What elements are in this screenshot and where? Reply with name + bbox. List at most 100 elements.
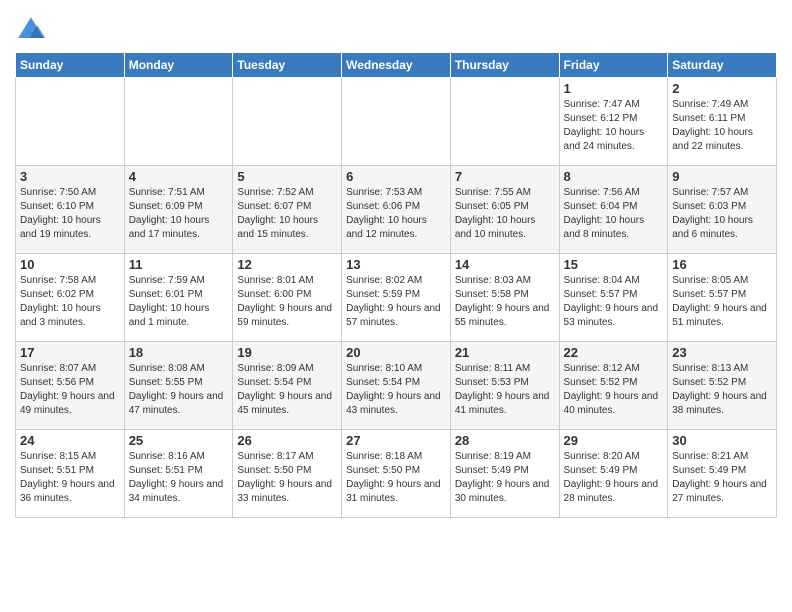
- day-content: Sunrise: 8:13 AM Sunset: 5:52 PM Dayligh…: [672, 362, 772, 418]
- day-header-thursday: Thursday: [450, 53, 559, 78]
- day-number: 2: [672, 81, 772, 96]
- calendar-cell: 19Sunrise: 8:09 AM Sunset: 5:54 PM Dayli…: [233, 342, 342, 430]
- day-content: Sunrise: 7:50 AM Sunset: 6:10 PM Dayligh…: [20, 186, 120, 242]
- calendar-cell: 12 Sunrise: 8:01 AM Sunset: 6:00 PM Dayli…: [233, 254, 342, 342]
- day-content: Sunrise: 8:01 AM Sunset: 6:00 PM Dayligh…: [237, 274, 337, 330]
- logo: [15, 14, 51, 46]
- week-row-3: 10 Sunrise: 7:58 AM Sunset: 6:02 PM Dayli…: [16, 254, 777, 342]
- calendar-cell: 25Sunrise: 8:16 AM Sunset: 5:51 PM Dayli…: [124, 430, 233, 518]
- day-number: 16: [672, 257, 772, 272]
- calendar-cell: 18 Sunrise: 8:08 AM Sunset: 5:55 PM Dayli…: [124, 342, 233, 430]
- day-content: Sunrise: 8:08 AM Sunset: 5:55 PM Dayligh…: [129, 362, 229, 418]
- day-number: 1: [564, 81, 664, 96]
- day-content: Sunrise: 8:19 AM Sunset: 5:49 PM Dayligh…: [455, 450, 555, 506]
- calendar-cell: 20Sunrise: 8:10 AM Sunset: 5:54 PM Dayli…: [342, 342, 451, 430]
- day-content: Sunrise: 8:20 AM Sunset: 5:49 PM Dayligh…: [564, 450, 664, 506]
- calendar-cell: 24 Sunrise: 8:15 AM Sunset: 5:51 PM Dayli…: [16, 430, 125, 518]
- day-number: 27: [346, 433, 446, 448]
- day-number: 14: [455, 257, 555, 272]
- calendar-cell: 21 Sunrise: 8:11 AM Sunset: 5:53 PM Dayli…: [450, 342, 559, 430]
- day-number: 19: [237, 345, 337, 360]
- calendar-cell: [233, 78, 342, 166]
- day-number: 26: [237, 433, 337, 448]
- week-row-2: 3 Sunrise: 7:50 AM Sunset: 6:10 PM Daylig…: [16, 166, 777, 254]
- calendar-cell: 3 Sunrise: 7:50 AM Sunset: 6:10 PM Daylig…: [16, 166, 125, 254]
- day-number: 11: [129, 257, 229, 272]
- day-number: 10: [20, 257, 120, 272]
- calendar-table: SundayMondayTuesdayWednesdayThursdayFrid…: [15, 52, 777, 518]
- calendar-cell: [124, 78, 233, 166]
- day-number: 21: [455, 345, 555, 360]
- day-header-saturday: Saturday: [668, 53, 777, 78]
- day-number: 18: [129, 345, 229, 360]
- day-number: 3: [20, 169, 120, 184]
- day-content: Sunrise: 8:02 AM Sunset: 5:59 PM Dayligh…: [346, 274, 446, 330]
- day-header-monday: Monday: [124, 53, 233, 78]
- calendar-cell: 4 Sunrise: 7:51 AM Sunset: 6:09 PM Daylig…: [124, 166, 233, 254]
- calendar-cell: [450, 78, 559, 166]
- day-number: 29: [564, 433, 664, 448]
- calendar-cell: 9 Sunrise: 7:57 AM Sunset: 6:03 PM Daylig…: [668, 166, 777, 254]
- calendar-cell: 22 Sunrise: 8:12 AM Sunset: 5:52 PM Dayli…: [559, 342, 668, 430]
- day-content: Sunrise: 8:18 AM Sunset: 5:50 PM Dayligh…: [346, 450, 446, 506]
- calendar-cell: 15Sunrise: 8:04 AM Sunset: 5:57 PM Dayli…: [559, 254, 668, 342]
- week-row-1: 1Sunrise: 7:47 AM Sunset: 6:12 PM Daylig…: [16, 78, 777, 166]
- day-content: Sunrise: 8:05 AM Sunset: 5:57 PM Dayligh…: [672, 274, 772, 330]
- calendar-cell: 7 Sunrise: 7:55 AM Sunset: 6:05 PM Daylig…: [450, 166, 559, 254]
- day-content: Sunrise: 7:53 AM Sunset: 6:06 PM Dayligh…: [346, 186, 446, 242]
- day-content: Sunrise: 8:15 AM Sunset: 5:51 PM Dayligh…: [20, 450, 120, 506]
- calendar-cell: 26 Sunrise: 8:17 AM Sunset: 5:50 PM Dayli…: [233, 430, 342, 518]
- calendar-cell: 16 Sunrise: 8:05 AM Sunset: 5:57 PM Dayli…: [668, 254, 777, 342]
- day-number: 4: [129, 169, 229, 184]
- day-number: 6: [346, 169, 446, 184]
- day-content: Sunrise: 8:03 AM Sunset: 5:58 PM Dayligh…: [455, 274, 555, 330]
- day-content: Sunrise: 7:56 AM Sunset: 6:04 PM Dayligh…: [564, 186, 664, 242]
- day-content: Sunrise: 7:52 AM Sunset: 6:07 PM Dayligh…: [237, 186, 337, 242]
- calendar-cell: [16, 78, 125, 166]
- page-header: [15, 10, 777, 46]
- day-content: Sunrise: 7:51 AM Sunset: 6:09 PM Dayligh…: [129, 186, 229, 242]
- day-content: Sunrise: 8:10 AM Sunset: 5:54 PM Dayligh…: [346, 362, 446, 418]
- day-content: Sunrise: 8:07 AM Sunset: 5:56 PM Dayligh…: [20, 362, 120, 418]
- day-number: 23: [672, 345, 772, 360]
- day-content: Sunrise: 8:17 AM Sunset: 5:50 PM Dayligh…: [237, 450, 337, 506]
- day-number: 17: [20, 345, 120, 360]
- day-content: Sunrise: 7:59 AM Sunset: 6:01 PM Dayligh…: [129, 274, 229, 330]
- day-number: 9: [672, 169, 772, 184]
- calendar-cell: 10 Sunrise: 7:58 AM Sunset: 6:02 PM Dayli…: [16, 254, 125, 342]
- calendar-cell: 6 Sunrise: 7:53 AM Sunset: 6:06 PM Daylig…: [342, 166, 451, 254]
- day-header-friday: Friday: [559, 53, 668, 78]
- calendar-cell: 28Sunrise: 8:19 AM Sunset: 5:49 PM Dayli…: [450, 430, 559, 518]
- calendar-cell: 29 Sunrise: 8:20 AM Sunset: 5:49 PM Dayli…: [559, 430, 668, 518]
- day-number: 8: [564, 169, 664, 184]
- calendar-cell: 17 Sunrise: 8:07 AM Sunset: 5:56 PM Dayli…: [16, 342, 125, 430]
- day-header-sunday: Sunday: [16, 53, 125, 78]
- day-number: 24: [20, 433, 120, 448]
- day-number: 30: [672, 433, 772, 448]
- calendar-cell: 14 Sunrise: 8:03 AM Sunset: 5:58 PM Dayli…: [450, 254, 559, 342]
- day-content: Sunrise: 8:11 AM Sunset: 5:53 PM Dayligh…: [455, 362, 555, 418]
- calendar-cell: 8 Sunrise: 7:56 AM Sunset: 6:04 PM Daylig…: [559, 166, 668, 254]
- logo-icon: [15, 14, 47, 46]
- day-content: Sunrise: 7:58 AM Sunset: 6:02 PM Dayligh…: [20, 274, 120, 330]
- day-content: Sunrise: 8:12 AM Sunset: 5:52 PM Dayligh…: [564, 362, 664, 418]
- day-number: 7: [455, 169, 555, 184]
- day-number: 12: [237, 257, 337, 272]
- calendar-cell: 11 Sunrise: 7:59 AM Sunset: 6:01 PM Dayli…: [124, 254, 233, 342]
- day-number: 22: [564, 345, 664, 360]
- calendar-cell: [342, 78, 451, 166]
- day-content: Sunrise: 7:57 AM Sunset: 6:03 PM Dayligh…: [672, 186, 772, 242]
- calendar-cell: 2 Sunrise: 7:49 AM Sunset: 6:11 PM Daylig…: [668, 78, 777, 166]
- calendar-cell: 23 Sunrise: 8:13 AM Sunset: 5:52 PM Dayli…: [668, 342, 777, 430]
- day-content: Sunrise: 7:55 AM Sunset: 6:05 PM Dayligh…: [455, 186, 555, 242]
- calendar-body: 1Sunrise: 7:47 AM Sunset: 6:12 PM Daylig…: [16, 78, 777, 518]
- day-header-wednesday: Wednesday: [342, 53, 451, 78]
- day-number: 15: [564, 257, 664, 272]
- calendar-cell: 1Sunrise: 7:47 AM Sunset: 6:12 PM Daylig…: [559, 78, 668, 166]
- day-content: Sunrise: 7:49 AM Sunset: 6:11 PM Dayligh…: [672, 98, 772, 154]
- week-row-4: 17 Sunrise: 8:07 AM Sunset: 5:56 PM Dayli…: [16, 342, 777, 430]
- day-number: 13: [346, 257, 446, 272]
- calendar-cell: 27 Sunrise: 8:18 AM Sunset: 5:50 PM Dayli…: [342, 430, 451, 518]
- week-row-5: 24 Sunrise: 8:15 AM Sunset: 5:51 PM Dayli…: [16, 430, 777, 518]
- day-content: Sunrise: 8:16 AM Sunset: 5:51 PM Dayligh…: [129, 450, 229, 506]
